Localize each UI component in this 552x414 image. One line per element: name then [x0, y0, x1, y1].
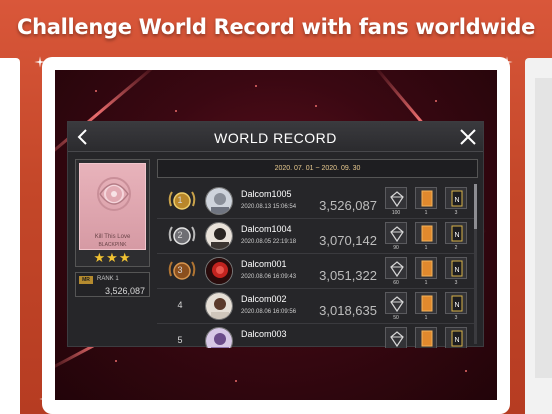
- world-record-dialog: WORLD RECORD Kill This Love BLACKPINK ★★…: [67, 121, 484, 348]
- card-count: 1: [424, 280, 428, 286]
- record-date: 2020.08.13 15:06:54: [241, 204, 297, 210]
- table-row: 1 Dalcom1005 2020.08.13 15:06:54 3,526,0…: [157, 184, 475, 219]
- svg-text:N: N: [454, 197, 459, 204]
- record-score: 3,070,142: [319, 233, 377, 248]
- avatar[interactable]: [205, 292, 233, 320]
- svg-text:N: N: [454, 337, 459, 344]
- my-record-badge: MR: [79, 276, 93, 284]
- my-score: 3,526,087: [104, 286, 145, 296]
- record-score: 3,018,635: [319, 303, 377, 318]
- n-card-count: 2: [454, 245, 458, 251]
- card-icon[interactable]: [415, 327, 437, 348]
- svg-text:N: N: [454, 232, 459, 239]
- svg-text:N: N: [454, 302, 459, 309]
- rank-number: 3: [177, 265, 183, 275]
- n-card-icon[interactable]: N: [445, 187, 467, 209]
- player-name: Dalcom001: [241, 259, 287, 269]
- next-screenshot-card[interactable]: [525, 58, 552, 414]
- avatar[interactable]: [205, 257, 233, 285]
- n-card-icon[interactable]: N: [445, 257, 467, 279]
- record-period: 2020. 07. 01 ~ 2020. 09. 30: [157, 159, 478, 178]
- record-score: 3,526,087: [319, 198, 377, 213]
- card-icon[interactable]: [415, 222, 437, 244]
- card-count: 1: [424, 315, 428, 321]
- card-icon[interactable]: [415, 187, 437, 209]
- player-name: Dalcom1005: [241, 189, 292, 199]
- player-name: Dalcom1004: [241, 224, 292, 234]
- rank-number: 1: [177, 195, 183, 205]
- diamond-count: 60: [393, 280, 399, 286]
- ranking-scrollbar[interactable]: [474, 184, 477, 344]
- table-row: 3 Dalcom001 2020.08.06 16:09:43 3,051,32…: [157, 254, 475, 289]
- avatar[interactable]: [205, 222, 233, 250]
- diamond-count: 50: [393, 315, 399, 321]
- card-icon[interactable]: [415, 292, 437, 314]
- rank-number: 2: [177, 230, 183, 240]
- record-score: 3,051,322: [319, 268, 377, 283]
- avatar[interactable]: [205, 187, 233, 215]
- close-button[interactable]: [458, 127, 478, 147]
- avatar[interactable]: [205, 327, 233, 348]
- n-card-icon[interactable]: N: [445, 327, 467, 348]
- table-row: 5 Dalcom003 N: [157, 324, 475, 348]
- diamond-icon[interactable]: [385, 187, 407, 209]
- card-count: 1: [424, 210, 428, 216]
- player-name: Dalcom002: [241, 294, 287, 304]
- n-card-count: 3: [454, 210, 458, 216]
- previous-screenshot-card[interactable]: [0, 58, 20, 414]
- diamond-icon[interactable]: [385, 292, 407, 314]
- n-card-count: 3: [454, 315, 458, 321]
- player-name: Dalcom003: [241, 329, 287, 339]
- table-row: 2 Dalcom1004 2020.08.05 22:19:18 3,070,1…: [157, 219, 475, 254]
- scroll-thumb[interactable]: [474, 184, 477, 229]
- n-card-icon[interactable]: N: [445, 222, 467, 244]
- dialog-header: WORLD RECORD: [68, 122, 483, 152]
- dialog-title: WORLD RECORD: [214, 130, 337, 146]
- headline: Challenge World Record with fans worldwi…: [16, 15, 536, 39]
- rank-value: 1: [115, 276, 119, 282]
- my-rank-box: MR RANK 1 3,526,087: [75, 272, 150, 297]
- record-date: 2020.08.05 22:19:18: [241, 239, 297, 245]
- song-artist: BLACKPINK: [98, 242, 127, 248]
- diamond-icon[interactable]: [385, 257, 407, 279]
- n-card-icon[interactable]: N: [445, 292, 467, 314]
- diamond-count: 100: [391, 210, 401, 216]
- song-title: Kill This Love: [94, 234, 131, 240]
- record-date: 2020.08.06 16:09:43: [241, 274, 297, 280]
- diamond-icon[interactable]: [385, 327, 407, 348]
- song-card: Kill This Love BLACKPINK ★★★: [75, 159, 150, 267]
- difficulty-stars: ★★★: [93, 251, 132, 266]
- diamond-count: 90: [393, 245, 399, 251]
- diamond-icon[interactable]: [385, 222, 407, 244]
- card-icon[interactable]: [415, 257, 437, 279]
- table-row: 4 Dalcom002 2020.08.06 16:09:56 3,018,63…: [157, 289, 475, 324]
- ranking-list[interactable]: 1 Dalcom1005 2020.08.13 15:06:54 3,526,0…: [157, 184, 480, 348]
- album-art: Kill This Love BLACKPINK: [79, 163, 146, 250]
- album-emblem-icon: [97, 177, 131, 211]
- my-rank-label: RANK 1: [97, 276, 119, 282]
- svg-text:N: N: [454, 267, 459, 274]
- n-card-count: 3: [454, 280, 458, 286]
- close-icon: [460, 129, 476, 145]
- card-count: 1: [424, 245, 428, 251]
- rank-number: 4: [177, 300, 183, 310]
- rank-label-text: RANK: [97, 276, 114, 282]
- record-date: 2020.08.06 16:09:56: [241, 309, 297, 315]
- rank-number: 5: [177, 335, 183, 345]
